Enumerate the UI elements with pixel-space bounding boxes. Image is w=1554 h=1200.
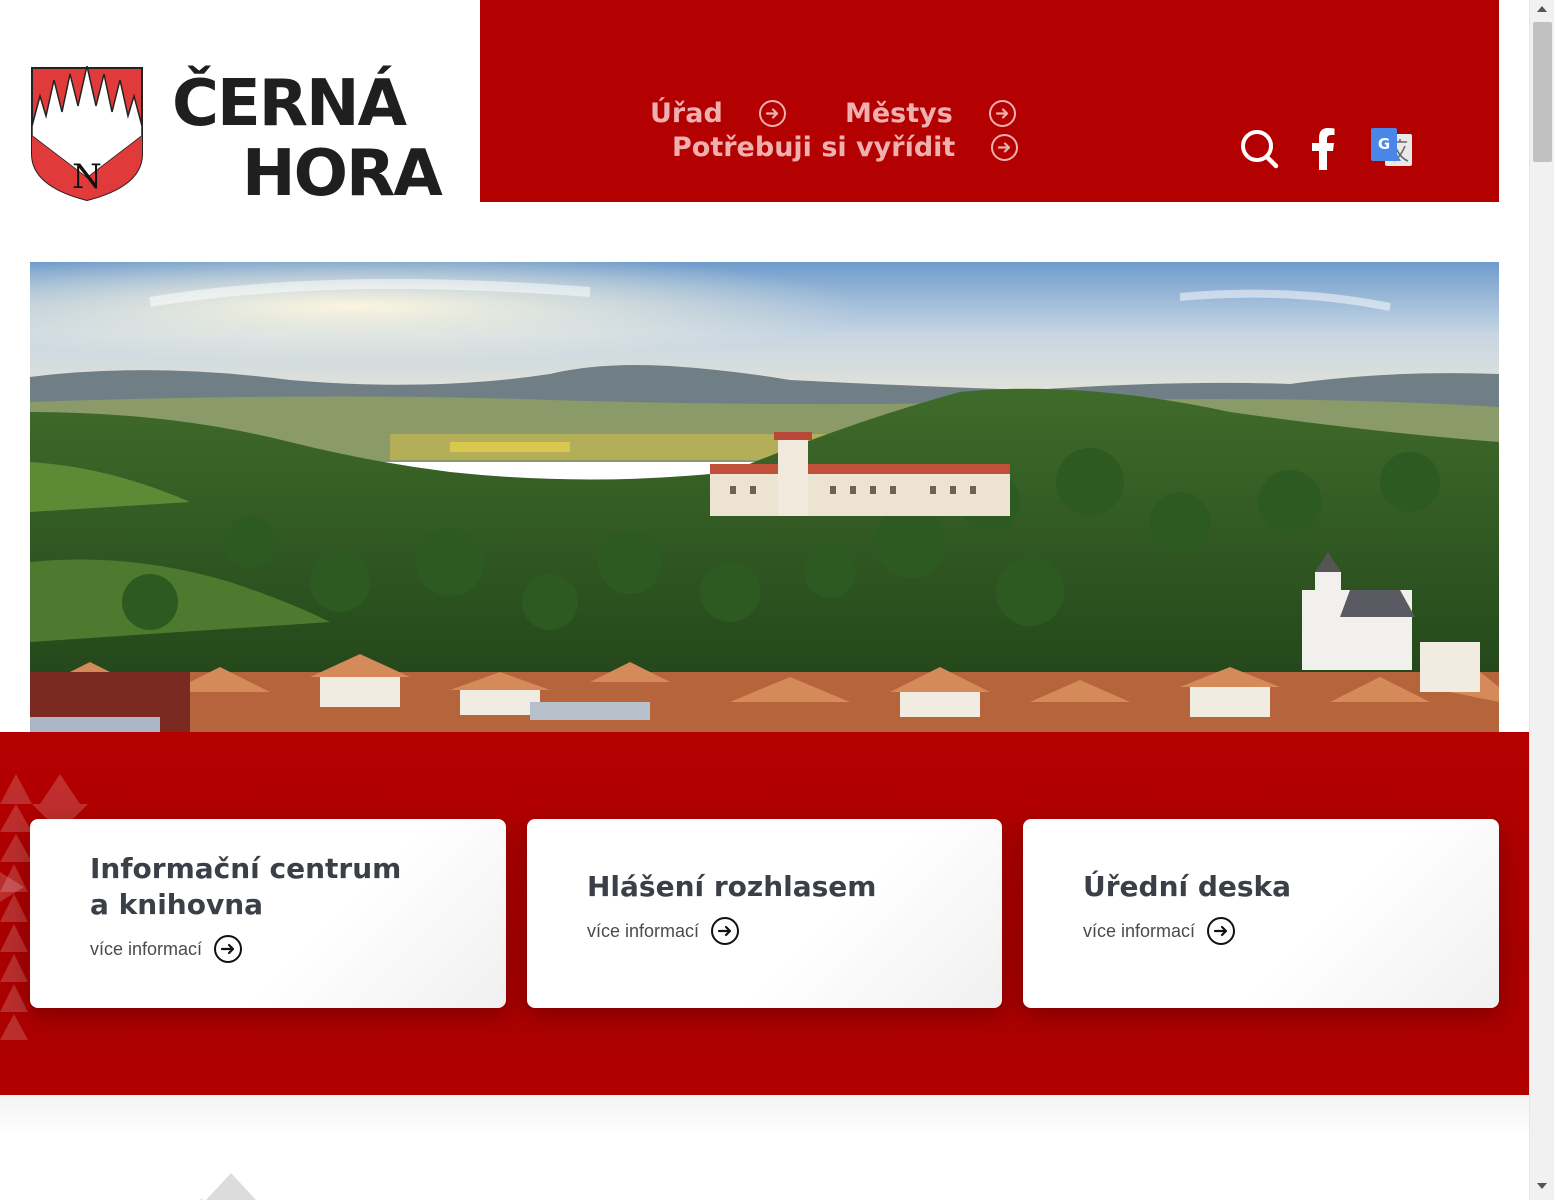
svg-text:G: G	[1378, 135, 1390, 153]
nav-item-label: Úřad	[650, 98, 723, 129]
more-info-label: více informací	[90, 938, 203, 959]
arrow-right-circle-icon	[758, 100, 786, 127]
more-info-label: více informací	[1083, 920, 1196, 941]
arrow-right-circle-icon	[988, 100, 1016, 127]
card-title: Informační centrum a knihovna	[90, 851, 450, 923]
site-logo[interactable]: N ČERNÁ HORA	[30, 66, 450, 211]
top-navigation-bar: Úřad Městys Potřebuji si vyřídit G	[480, 0, 1499, 202]
svg-text:N: N	[72, 157, 102, 197]
hero-image	[30, 262, 1499, 732]
more-info-label: více informací	[587, 920, 700, 941]
google-translate-button[interactable]: G	[1371, 128, 1413, 168]
quick-links-section: Informační centrum a knihovna více infor…	[0, 732, 1529, 1095]
card-title: Úřední deska	[1083, 870, 1292, 903]
card-uredni-deska[interactable]: Úřední deska více informací	[1023, 819, 1499, 1008]
site-name-line1: ČERNÁ	[172, 67, 407, 141]
arrow-right-circle-icon	[711, 917, 740, 945]
search-button[interactable]	[1240, 128, 1280, 170]
nav-item-label: Potřebuji si vyřídit	[672, 132, 956, 163]
more-info-link[interactable]: více informací	[90, 935, 243, 963]
more-info-link[interactable]: více informací	[587, 917, 740, 945]
more-info-link[interactable]: více informací	[1083, 917, 1236, 945]
scrollbar-thumb[interactable]	[1533, 22, 1552, 162]
arrow-right-circle-icon	[214, 935, 243, 963]
nav-item-label: Městys	[845, 98, 953, 129]
page: N ČERNÁ HORA Úřad Městys Potřebuji si vy…	[0, 0, 1554, 1200]
card-title-line2: a knihovna	[90, 888, 264, 921]
nav-item-urad[interactable]: Úřad	[650, 98, 786, 129]
arrow-right-circle-icon	[1207, 917, 1236, 945]
google-translate-icon: G	[1371, 128, 1412, 166]
coat-of-arms-icon: N	[31, 66, 143, 202]
lower-section	[0, 1095, 1529, 1200]
arrow-right-circle-icon	[991, 134, 1019, 161]
card-hlaseni-rozhlasem[interactable]: Hlášení rozhlasem více informací	[527, 819, 1002, 1008]
card-title: Hlášení rozhlasem	[587, 870, 877, 903]
scroll-down-arrow-icon[interactable]	[1537, 1183, 1547, 1189]
nav-item-potrebuji-si-vyridit[interactable]: Potřebuji si vyřídit	[672, 132, 1019, 163]
nav-item-mestys[interactable]: Městys	[845, 98, 1016, 129]
scroll-up-arrow-icon[interactable]	[1537, 6, 1547, 12]
card-informacni-centrum[interactable]: Informační centrum a knihovna více infor…	[30, 819, 506, 1008]
card-title-line1: Informační centrum	[90, 852, 402, 885]
facebook-link[interactable]	[1310, 128, 1336, 170]
search-icon	[1241, 130, 1279, 169]
triangle-pattern-decoration	[200, 1173, 256, 1200]
site-name-line2: HORA	[242, 137, 443, 211]
facebook-icon	[1312, 128, 1335, 170]
vertical-scrollbar[interactable]	[1529, 0, 1554, 1200]
